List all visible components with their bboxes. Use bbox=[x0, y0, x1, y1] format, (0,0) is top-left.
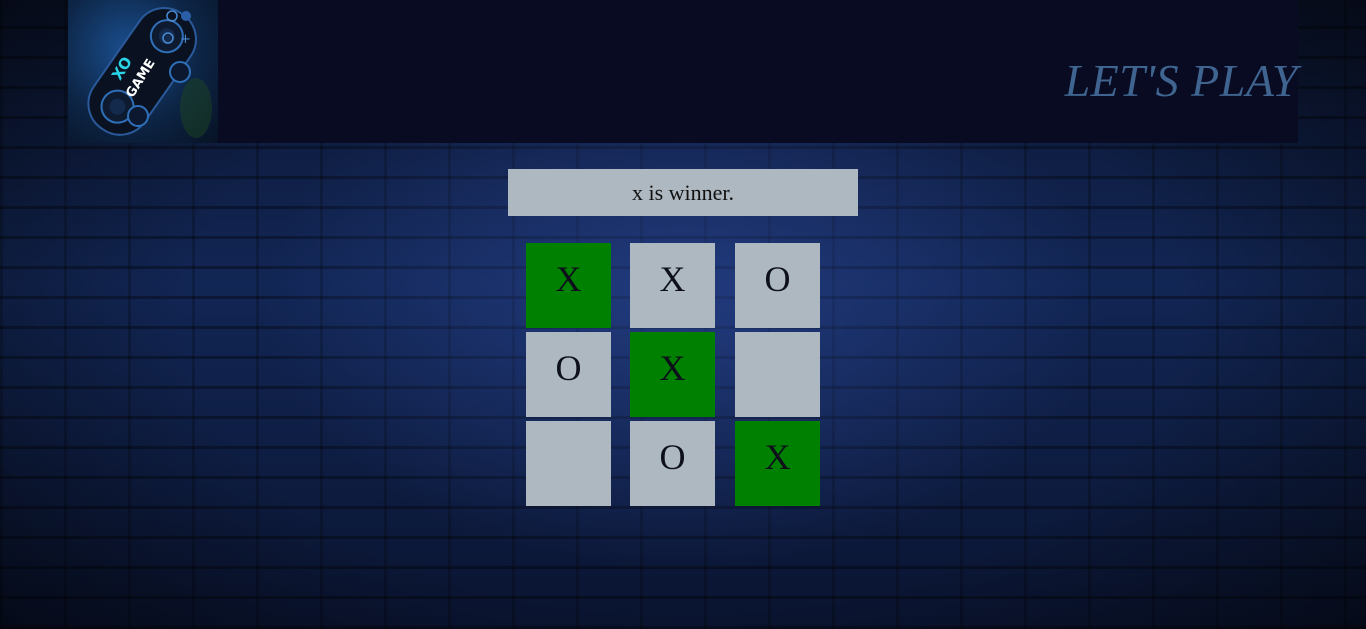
board-cell-5[interactable]: X bbox=[630, 332, 715, 417]
board-cell-3[interactable]: O bbox=[735, 243, 820, 328]
game-logo: + XO GAME bbox=[68, 0, 218, 143]
svg-text:+: + bbox=[180, 32, 191, 47]
gamepad-icon: + XO GAME bbox=[87, 7, 212, 138]
board-cell-4[interactable]: O bbox=[526, 332, 611, 417]
header-bar: + XO GAME LET'S PLAY bbox=[68, 0, 1298, 143]
board-cell-2[interactable]: X bbox=[630, 243, 715, 328]
board-cell-1[interactable]: X bbox=[526, 243, 611, 328]
game-status-message: x is winner. bbox=[508, 169, 858, 216]
tic-tac-toe-board: X X O O X O X bbox=[526, 243, 820, 506]
board-cell-8[interactable]: O bbox=[630, 421, 715, 506]
board-cell-9[interactable]: X bbox=[735, 421, 820, 506]
board-cell-6[interactable] bbox=[735, 332, 820, 417]
page-title: LET'S PLAY bbox=[1064, 55, 1298, 106]
board-cell-7[interactable] bbox=[526, 421, 611, 506]
